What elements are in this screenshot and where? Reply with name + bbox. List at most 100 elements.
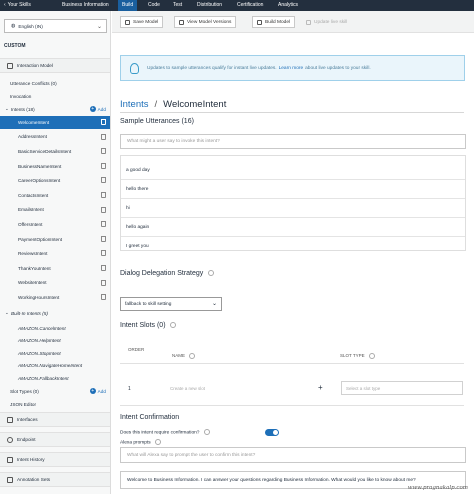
sidebar-intent-item[interactable]: BasicServiceDetailsIntent <box>0 145 110 158</box>
help-icon[interactable] <box>155 439 162 445</box>
plus-icon: + <box>89 388 96 394</box>
intent-slots-title: Intent Slots (0) <box>120 322 177 329</box>
tab-analytics[interactable]: Analytics <box>274 0 302 11</box>
sidebar-intent-item[interactable]: ThankYouIntent <box>0 262 110 275</box>
sidebar-intent-item[interactable]: CareerOptionsIntent <box>0 174 110 187</box>
lightbulb-icon <box>130 63 139 74</box>
update-live-skill-button[interactable]: Update live skill <box>302 16 351 28</box>
history-icon <box>7 456 13 463</box>
breadcrumb: Intents / WelcomeIntent <box>120 99 227 110</box>
sidebar-intent-item[interactable]: OffersIntent <box>0 218 110 231</box>
slot-order: 1 <box>128 386 131 392</box>
trash-icon[interactable] <box>101 279 106 286</box>
add-slot-button[interactable]: + <box>318 383 323 392</box>
confirmation-question: Does this intent require confirmation? <box>120 429 210 435</box>
list-item[interactable]: I greet you <box>121 237 465 256</box>
help-icon[interactable] <box>189 353 196 359</box>
dialog-delegation-title: Dialog Delegation Strategy <box>120 270 215 277</box>
build-model-button[interactable]: Build Model <box>252 16 296 28</box>
col-order: ORDER <box>128 347 145 352</box>
your-skills-link[interactable]: ‹ Your Skills <box>4 2 31 8</box>
chevron-left-icon: ‹ <box>4 2 6 8</box>
utterance-input[interactable]: What might a user say to invoke this int… <box>120 134 466 149</box>
sidebar-slot-types[interactable]: Slot Types (0) + Add <box>0 385 110 397</box>
live-update-banner: Updates to sample utterances qualify for… <box>120 55 465 81</box>
tab-business-information[interactable]: Business Information <box>58 0 113 11</box>
toolbar: Save Model View Model Versions Build Mod… <box>112 11 474 33</box>
sidebar-builtin-item[interactable]: AMAZON.NavigateHomeIntent <box>0 360 110 373</box>
list-item[interactable]: hello there <box>121 180 465 199</box>
sidebar-builtin-item[interactable]: AMAZON.StopIntent <box>0 347 110 360</box>
sidebar-intent-item[interactable]: WebsiteIntent <box>0 277 110 290</box>
confirmation-prompt-input[interactable]: What will Alexa say to prompt the user t… <box>120 447 466 463</box>
sidebar-intent-item[interactable]: BusinessNameIntent <box>0 160 110 173</box>
annotation-icon <box>7 476 13 483</box>
tab-build[interactable]: Build <box>118 0 138 11</box>
save-model-button[interactable]: Save Model <box>120 16 164 28</box>
sidebar-interaction-model[interactable]: Interaction Model <box>0 58 110 73</box>
plus-icon: + <box>89 106 96 112</box>
trash-icon[interactable] <box>101 192 106 198</box>
trash-icon[interactable] <box>101 206 106 213</box>
sidebar-intent-item[interactable]: EmailsIntent <box>0 204 110 217</box>
list-item[interactable]: hello again <box>121 218 465 237</box>
sidebar-utterance-conflicts[interactable]: Utterance Conflicts (0) <box>0 77 110 89</box>
sidebar-intent-item[interactable]: ReviewsIntent <box>0 247 110 260</box>
sidebar-builtin-header[interactable]: ⌄ Built-In Intents (5) <box>0 307 110 319</box>
sidebar-intent-item[interactable]: PaymentOptionIntent <box>0 233 110 246</box>
sidebar-builtin-item[interactable]: AMAZON.FallbackIntent <box>0 372 110 385</box>
help-icon[interactable] <box>368 353 375 359</box>
trash-icon[interactable] <box>101 148 106 155</box>
sidebar-intents-header[interactable]: ⌄ Intents (18) + Add <box>0 103 110 115</box>
add-intent-button[interactable]: + Add <box>89 106 106 112</box>
new-slot-input[interactable]: Create a new slot <box>170 386 205 391</box>
sidebar-endpoint[interactable]: Endpoint <box>0 432 110 447</box>
trash-icon[interactable] <box>101 221 106 228</box>
trash-icon[interactable] <box>101 294 106 301</box>
sidebar-builtin-item[interactable]: AMAZON.HelpIntent <box>0 335 110 348</box>
versions-icon <box>179 19 184 25</box>
sidebar-intent-item[interactable]: ContactsIntent <box>0 189 110 202</box>
build-icon <box>257 19 262 25</box>
sidebar-intent-item[interactable]: WelcomeIntent <box>0 116 110 129</box>
breadcrumb-intents[interactable]: Intents <box>120 99 149 110</box>
custom-label: CUSTOM <box>4 43 26 49</box>
list-item[interactable]: hi <box>121 199 465 218</box>
list-item[interactable]: a good day <box>121 161 465 180</box>
slot-type-select[interactable]: Select a slot type <box>341 381 463 395</box>
trash-icon[interactable] <box>101 119 106 125</box>
tab-certification[interactable]: Certification <box>233 0 267 11</box>
tab-distribution[interactable]: Distribution <box>193 0 226 11</box>
utterance-list: a good day hello there hi hello again I … <box>120 155 466 251</box>
confirmation-toggle[interactable] <box>265 429 279 436</box>
language-select[interactable]: ◍ English (IN) ⌄ <box>4 19 107 33</box>
tab-test[interactable]: Test <box>169 0 186 11</box>
trash-icon[interactable] <box>101 265 106 271</box>
trash-icon[interactable] <box>101 133 106 140</box>
help-icon[interactable] <box>203 429 210 435</box>
intent-confirmation-title: Intent Confirmation <box>120 414 180 421</box>
sidebar-builtin-item[interactable]: AMAZON.CancelIntent <box>0 322 110 335</box>
learn-more-link[interactable]: Learn more <box>279 66 304 71</box>
breadcrumb-current: WelcomeIntent <box>163 99 227 110</box>
trash-icon[interactable] <box>101 162 106 169</box>
help-icon[interactable] <box>208 270 215 277</box>
sidebar-invocation[interactable]: Invocation <box>0 90 110 102</box>
sidebar-annotation-sets[interactable]: Annotation Sets <box>0 472 110 487</box>
trash-icon[interactable] <box>101 177 106 184</box>
tab-code[interactable]: Code <box>144 0 164 11</box>
sidebar-intent-item[interactable]: WorkingHoursIntent <box>0 291 110 304</box>
help-icon[interactable] <box>170 322 177 329</box>
chevron-down-icon: ⌄ <box>5 106 9 111</box>
view-model-versions-button[interactable]: View Model Versions <box>174 16 237 28</box>
sidebar-intent-item[interactable]: AddressIntent <box>0 131 110 144</box>
trash-icon[interactable] <box>101 250 106 257</box>
sidebar-intent-history[interactable]: Intent History <box>0 452 110 467</box>
sidebar-interfaces[interactable]: Interfaces <box>0 412 110 427</box>
add-slot-type-button[interactable]: + Add <box>89 388 106 394</box>
delegation-select[interactable]: fallback to skill setting ⌄ <box>120 297 222 311</box>
sidebar-json-editor[interactable]: JSON Editor <box>0 398 110 410</box>
trash-icon[interactable] <box>101 235 106 242</box>
sidebar: ◍ English (IN) ⌄ CUSTOM Interaction Mode… <box>0 11 111 494</box>
divider <box>120 405 464 406</box>
